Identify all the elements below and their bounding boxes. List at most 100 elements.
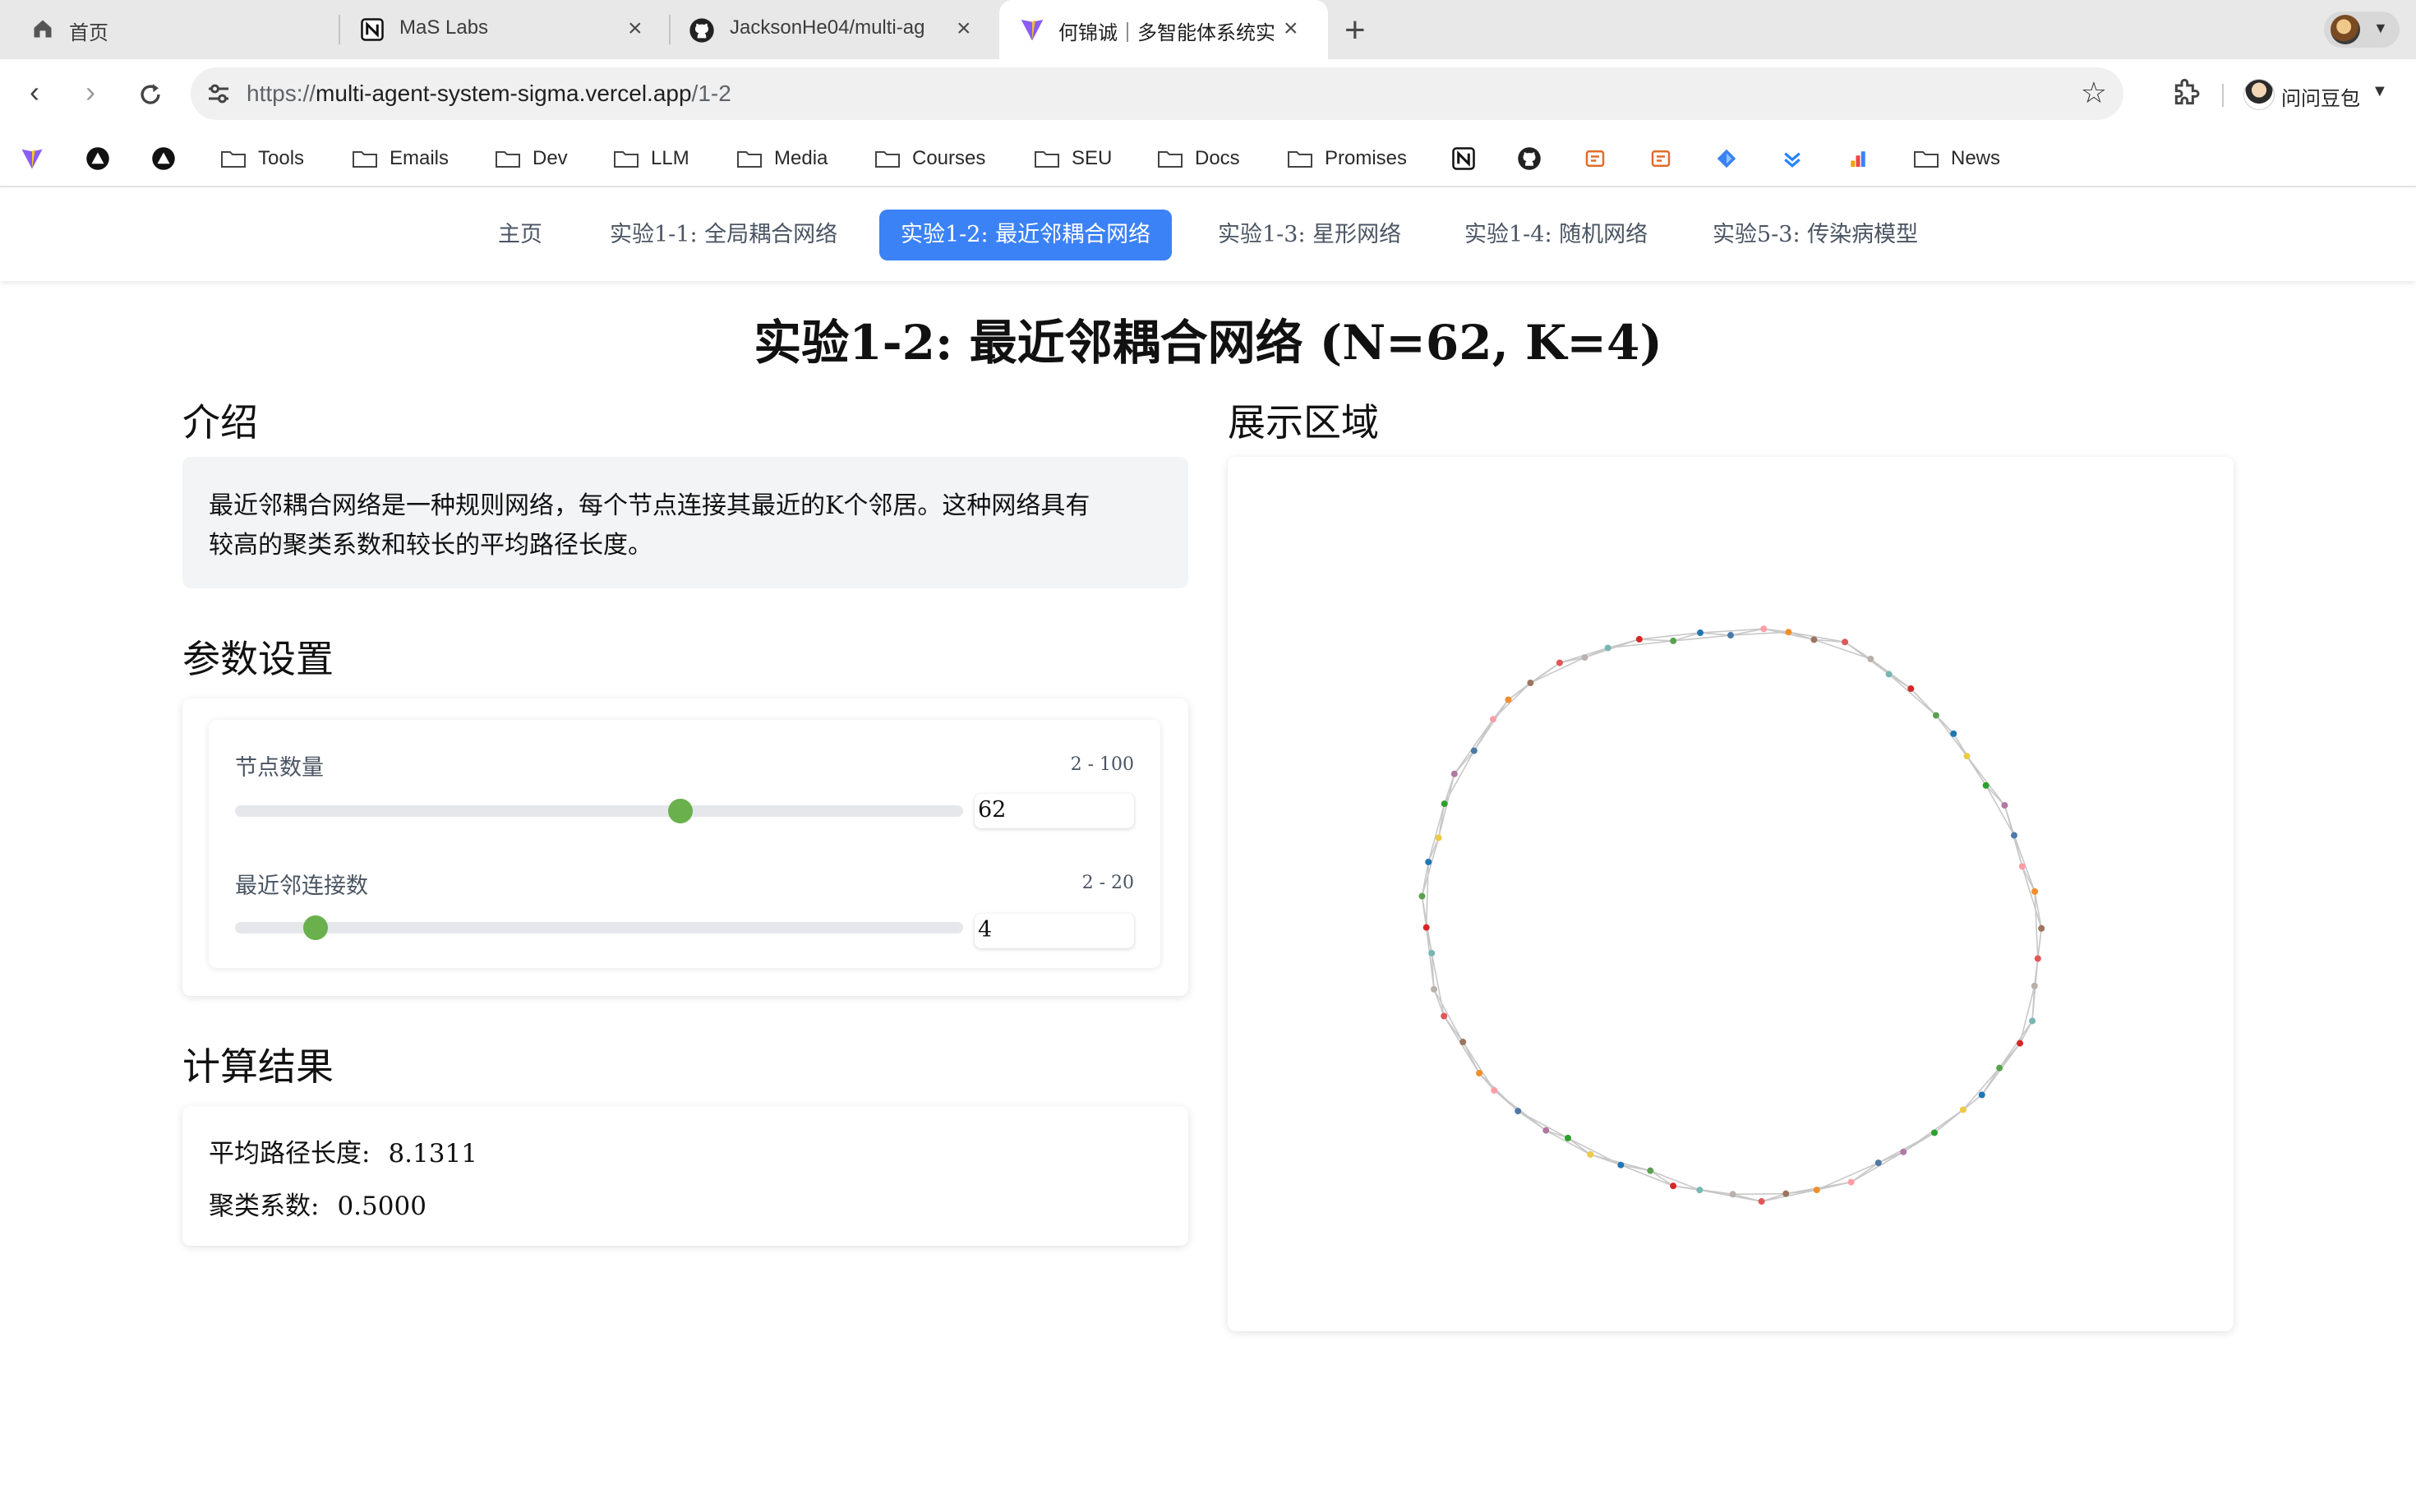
graph-node[interactable]: [1581, 654, 1588, 662]
address-bar[interactable]: https://multi-agent-system-sigma.vercel.…: [191, 67, 2123, 120]
vercel-icon[interactable]: [151, 146, 176, 171]
graph-node[interactable]: [1450, 770, 1458, 777]
graph-node[interactable]: [1604, 644, 1611, 652]
nav-link-exp-1-3[interactable]: 实验1-3: 星形网络: [1196, 210, 1422, 260]
diamond-icon[interactable]: [1714, 146, 1739, 171]
user-avatar[interactable]: [2243, 79, 2275, 110]
graph-node[interactable]: [1670, 1182, 1677, 1190]
new-tab-button[interactable]: +: [1344, 10, 1366, 51]
graph-node[interactable]: [1476, 1069, 1483, 1076]
graph-node[interactable]: [1428, 949, 1436, 957]
graph-node[interactable]: [1758, 1198, 1765, 1205]
nav-link-exp-1-1[interactable]: 实验1-1: 全局耦合网络: [588, 210, 859, 260]
graph-node[interactable]: [1842, 638, 1849, 646]
site-settings-icon[interactable]: [204, 79, 233, 108]
bookmark-folder-media[interactable]: Media: [736, 145, 828, 173]
graph-node[interactable]: [1847, 1178, 1855, 1186]
graph-node[interactable]: [1431, 985, 1438, 993]
graph-node[interactable]: [2017, 1040, 2024, 1047]
graph-node[interactable]: [1441, 1012, 1448, 1020]
vite-icon[interactable]: [20, 146, 44, 171]
graph-node[interactable]: [1697, 629, 1704, 637]
graph-node[interactable]: [1900, 1148, 1907, 1155]
extensions-icon[interactable]: [2169, 77, 2202, 110]
graph-node[interactable]: [2031, 982, 2038, 989]
jira-icon[interactable]: [1780, 146, 1805, 171]
graph-node[interactable]: [1810, 636, 1818, 643]
tab-mas-labs[interactable]: MaS Labs ×: [340, 0, 669, 59]
graph-node[interactable]: [1996, 1064, 2003, 1072]
graph-node[interactable]: [1515, 1108, 1522, 1115]
graph-node[interactable]: [1959, 1106, 1966, 1113]
graph-node[interactable]: [1907, 685, 1915, 693]
nav-link-exp-1-4[interactable]: 实验1-4: 随机网络: [1443, 210, 1669, 260]
graph-node[interactable]: [1527, 680, 1534, 687]
graph-node[interactable]: [1617, 1161, 1625, 1169]
graph-node[interactable]: [1785, 629, 1792, 636]
graph-node[interactable]: [1587, 1150, 1594, 1158]
graph-node[interactable]: [2031, 887, 2039, 895]
graph-node[interactable]: [1727, 632, 1734, 639]
profile-menu-button[interactable]: ▼: [2324, 12, 2400, 48]
neighbors-slider[interactable]: [235, 922, 963, 933]
graph-node[interactable]: [1647, 1167, 1654, 1174]
graph-node[interactable]: [1885, 671, 1893, 678]
close-icon[interactable]: ×: [1284, 15, 1298, 43]
bookmark-folder-llm[interactable]: LLM: [613, 145, 689, 173]
bookmark-folder-emails[interactable]: Emails: [352, 145, 449, 173]
nodes-slider-thumb[interactable]: [668, 799, 694, 823]
graph-node[interactable]: [1782, 1190, 1790, 1197]
bookmark-folder-docs[interactable]: Docs: [1157, 145, 1240, 173]
graph-node[interactable]: [1670, 637, 1677, 644]
graph-node[interactable]: [1441, 800, 1448, 808]
graph-node[interactable]: [1470, 747, 1478, 754]
graph-node[interactable]: [2001, 802, 2008, 809]
nav-link-exp-1-2[interactable]: 实验1-2: 最近邻耦合网络: [879, 210, 1173, 260]
bookmark-folder-tools[interactable]: Tools: [220, 145, 304, 173]
tab-home[interactable]: 首页: [0, 0, 339, 59]
network-graph[interactable]: [1228, 457, 2234, 1331]
graph-node[interactable]: [1435, 834, 1442, 841]
github-icon[interactable]: [1517, 146, 1542, 171]
nav-link-home[interactable]: 主页: [477, 210, 564, 260]
reload-icon[interactable]: [136, 81, 164, 108]
bookmark-folder-news[interactable]: News: [1913, 145, 2000, 173]
graph-node[interactable]: [2038, 924, 2045, 932]
graph-node[interactable]: [1425, 858, 1432, 865]
bookmark-folder-promises[interactable]: Promises: [1287, 145, 1407, 173]
graph-node[interactable]: [1950, 730, 1957, 737]
graph-node[interactable]: [1867, 655, 1874, 662]
graph-node[interactable]: [2010, 832, 2017, 839]
graph-node[interactable]: [1932, 712, 1939, 719]
tab-active-experiment[interactable]: 何锦诚｜多智能体系统实 ×: [999, 0, 1328, 59]
graph-node[interactable]: [2018, 863, 2026, 870]
nav-link-exp-5-3[interactable]: 实验5-3: 传染病模型: [1691, 210, 1939, 260]
graph-node[interactable]: [1874, 1159, 1882, 1167]
bookmark-folder-seu[interactable]: SEU: [1034, 145, 1112, 173]
graph-node[interactable]: [1422, 924, 1430, 931]
graph-node[interactable]: [1491, 1086, 1498, 1094]
graph-node[interactable]: [1542, 1127, 1550, 1134]
profile-name[interactable]: 问问豆包: [2281, 82, 2360, 111]
graph-node[interactable]: [2029, 1017, 2036, 1025]
bookmark-folder-dev[interactable]: Dev: [495, 145, 568, 173]
close-icon[interactable]: ×: [957, 15, 971, 43]
graph-node[interactable]: [1505, 696, 1512, 703]
graph-node[interactable]: [1459, 1039, 1467, 1046]
graph-node[interactable]: [1565, 1134, 1572, 1141]
back-button[interactable]: ‹: [30, 77, 39, 107]
neighbors-slider-thumb[interactable]: [303, 915, 329, 940]
graph-node[interactable]: [2034, 955, 2041, 962]
graph-node[interactable]: [1982, 781, 1990, 789]
app-icon[interactable]: [1583, 146, 1607, 171]
graph-node[interactable]: [1963, 753, 1971, 760]
graph-node[interactable]: [1760, 625, 1768, 633]
app-icon[interactable]: [1648, 146, 1673, 171]
chevron-down-icon[interactable]: ▼: [2372, 82, 2388, 101]
analytics-icon[interactable]: [1846, 146, 1870, 171]
notion-icon[interactable]: [1451, 146, 1476, 171]
forward-button[interactable]: ›: [85, 77, 95, 107]
graph-node[interactable]: [1930, 1129, 1938, 1136]
graph-node[interactable]: [1696, 1187, 1704, 1194]
close-icon[interactable]: ×: [628, 15, 643, 43]
